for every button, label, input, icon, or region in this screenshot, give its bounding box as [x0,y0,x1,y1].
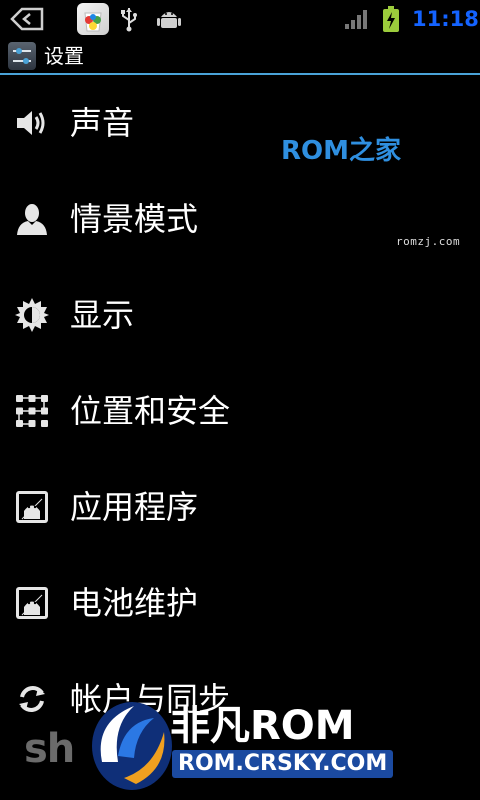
status-time: 11:18 [412,7,479,31]
app-store-icon[interactable] [77,3,109,35]
settings-item-location-security[interactable]: 位置和安全 [0,363,480,459]
rom-home-watermark: ROM之家 [281,136,401,166]
android-app-icon [16,491,48,523]
rom-home-logo: ROM之家 [281,136,401,166]
settings-item-label: 位置和安全 [70,392,231,430]
android-debug-icon [157,12,181,28]
usb-icon [121,8,137,32]
back-arrow-icon[interactable] [10,7,44,31]
settings-item-label: 电池维护 [70,584,199,622]
settings-item-label: 声音 [70,104,135,142]
settings-item-battery[interactable]: 电池维护 [0,555,480,651]
page-title: 设置 [44,44,84,68]
settings-item-profiles[interactable]: 情景模式 [0,171,480,267]
android-battery-icon [16,587,48,619]
shouji-watermark-text: sh [24,726,75,772]
rom-home-url: romzj.com [396,235,461,248]
signal-strength-icon [345,10,367,29]
crsky-brand: 非凡ROM [170,703,355,749]
status-bar: 11:18 [0,0,480,38]
battery-charging-icon [383,6,399,32]
location-grid-icon [16,395,48,427]
speaker-icon [17,111,45,135]
settings-item-label: 情景模式 [70,200,199,238]
person-profile-icon [17,204,47,235]
crsky-watermark: sh 非凡ROM ROM.CRSKY.COM [0,690,480,800]
settings-item-display[interactable]: 显示 [0,267,480,363]
crsky-swirl-logo-icon [92,702,172,790]
crsky-url: ROM.CRSKY.COM [172,750,394,778]
settings-item-applications[interactable]: 应用程序 [0,459,480,555]
settings-item-label: 应用程序 [70,488,199,526]
settings-sliders-icon [8,42,36,70]
title-bar: 设置 [0,38,480,74]
settings-item-label: 显示 [70,296,135,334]
settings-item-sound[interactable]: 声音 [0,75,480,171]
brightness-icon [15,298,49,332]
